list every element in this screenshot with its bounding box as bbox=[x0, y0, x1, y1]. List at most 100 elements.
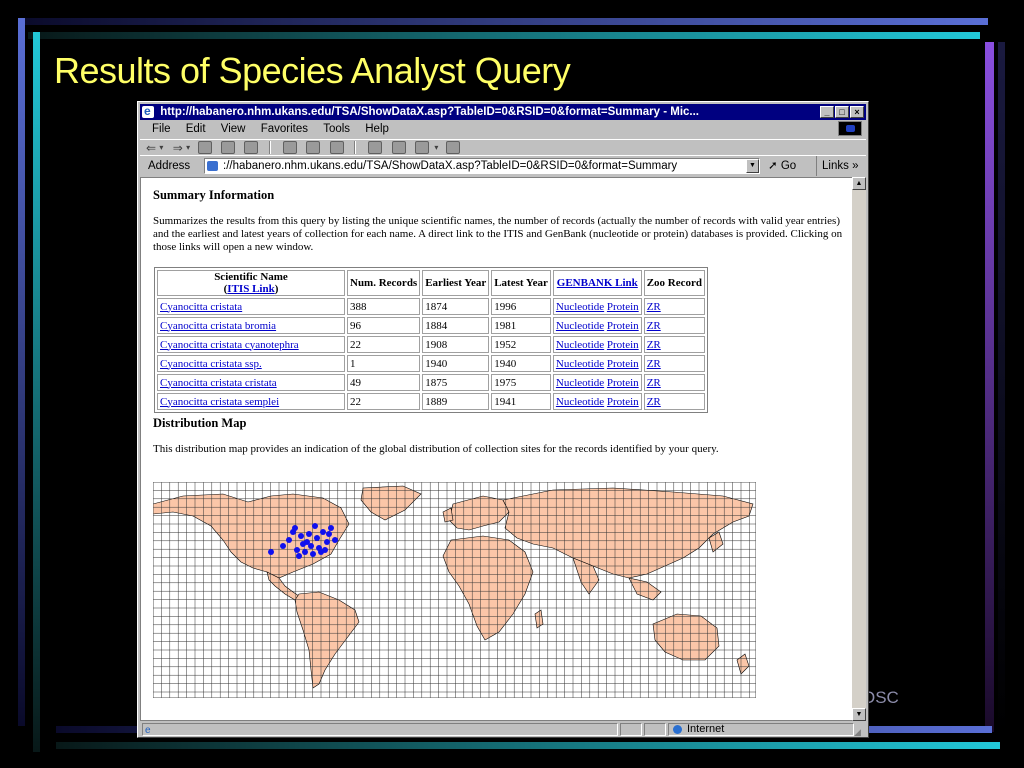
scroll-up-button[interactable]: ▲ bbox=[852, 177, 866, 190]
itis-link-header[interactable]: ITIS Link bbox=[227, 283, 274, 295]
menu-tools[interactable]: Tools bbox=[323, 123, 350, 135]
nucleotide-link[interactable]: Nucleotide bbox=[556, 377, 604, 389]
go-label: Go bbox=[780, 160, 797, 172]
scroll-down-button[interactable]: ▼ bbox=[852, 708, 866, 721]
toolbar-separator bbox=[268, 141, 271, 154]
cell-earliest-year: 1940 bbox=[422, 355, 490, 372]
itis-name-link[interactable]: Cyanocitta cristata ssp. bbox=[160, 358, 262, 370]
vertical-scrollbar[interactable]: ▲ ▼ bbox=[852, 177, 866, 721]
discuss-icon[interactable] bbox=[445, 141, 460, 154]
itis-name-link[interactable]: Cyanocitta cristata bromia bbox=[160, 320, 276, 332]
itis-name-link[interactable]: Cyanocitta cristata cyanotephra bbox=[160, 339, 299, 351]
edit-dropdown-icon[interactable]: ▾ bbox=[434, 140, 438, 156]
cell-latest-year: 1941 bbox=[491, 393, 551, 410]
nucleotide-link[interactable]: Nucleotide bbox=[556, 358, 604, 370]
table-row: Cyanocitta cristata semplei 22 1889 1941 Nuc… bbox=[157, 393, 705, 410]
cell-zoo-record: ZR bbox=[643, 298, 705, 315]
cell-zoo-record: ZR bbox=[643, 393, 705, 410]
favorites-icon[interactable] bbox=[306, 141, 321, 154]
protein-link[interactable]: Protein bbox=[607, 339, 639, 351]
close-button[interactable]: × bbox=[850, 106, 864, 118]
cell-latest-year: 1952 bbox=[491, 336, 551, 353]
itis-name-link[interactable]: Cyanocitta cristata semplei bbox=[160, 396, 279, 408]
cell-zoo-record: ZR bbox=[643, 336, 705, 353]
cell-scientific-name: Cyanocitta cristata bromia bbox=[157, 317, 345, 334]
collection-site-point bbox=[332, 537, 338, 543]
zoo-record-link[interactable]: ZR bbox=[647, 301, 661, 313]
address-label: Address bbox=[148, 160, 191, 172]
cell-num-records: 22 bbox=[347, 393, 421, 410]
address-input[interactable]: ://habanero.nhm.ukans.edu/TSA/ShowDataX.… bbox=[204, 158, 760, 174]
home-icon[interactable] bbox=[244, 141, 259, 154]
maximize-button[interactable]: □ bbox=[835, 106, 849, 118]
collection-site-point bbox=[306, 531, 312, 537]
stop-icon[interactable] bbox=[197, 141, 212, 154]
refresh-icon[interactable] bbox=[220, 141, 235, 154]
itis-name-link[interactable]: Cyanocitta cristata cristata bbox=[160, 377, 277, 389]
print-icon[interactable] bbox=[391, 141, 406, 154]
address-bar: Address ://habanero.nhm.ukans.edu/TSA/Sh… bbox=[140, 155, 866, 176]
collection-site-point bbox=[302, 549, 308, 555]
zoo-record-link[interactable]: ZR bbox=[647, 320, 661, 332]
distribution-map bbox=[153, 482, 756, 698]
go-button[interactable]: ➚ Go bbox=[768, 156, 796, 176]
edit-icon[interactable] bbox=[414, 141, 429, 154]
header-scientific-name: Scientific Name bbox=[214, 271, 288, 283]
collection-site-point bbox=[310, 551, 316, 557]
status-page-icon: e bbox=[145, 725, 151, 736]
cell-genbank-links: Nucleotide Protein bbox=[552, 317, 642, 334]
frame-bar-bottom-cyan bbox=[56, 742, 1000, 749]
forward-dropdown-icon[interactable]: ▾ bbox=[186, 140, 190, 156]
collection-site-point bbox=[304, 539, 310, 545]
protein-link[interactable]: Protein bbox=[607, 301, 639, 313]
minimize-button[interactable]: _ bbox=[820, 106, 834, 118]
status-bar: e Internet ◢ bbox=[140, 722, 866, 737]
frame-bar-left-blue bbox=[18, 18, 25, 726]
zoo-record-link[interactable]: ZR bbox=[647, 339, 661, 351]
table-row: Cyanocitta cristata cristata 49 1875 1975 Nu… bbox=[157, 374, 705, 391]
cell-genbank-links: Nucleotide Protein bbox=[552, 298, 642, 315]
summary-heading: Summary Information bbox=[153, 188, 275, 202]
menu-edit[interactable]: Edit bbox=[186, 123, 206, 135]
search-icon[interactable] bbox=[282, 141, 297, 154]
menu-file[interactable]: File bbox=[152, 123, 171, 135]
frame-bar-top-cyan bbox=[28, 32, 980, 39]
menu-help[interactable]: Help bbox=[365, 123, 389, 135]
resize-grip-icon[interactable]: ◢ bbox=[854, 725, 861, 740]
col-zoo-record: Zoo Record bbox=[643, 270, 705, 296]
menu-favorites[interactable]: Favorites bbox=[261, 123, 308, 135]
address-input-value: ://habanero.nhm.ukans.edu/TSA/ShowDataX.… bbox=[223, 160, 678, 172]
nucleotide-link[interactable]: Nucleotide bbox=[556, 396, 604, 408]
nucleotide-link[interactable]: Nucleotide bbox=[556, 339, 604, 351]
zoo-record-link[interactable]: ZR bbox=[647, 358, 661, 370]
forward-icon[interactable]: ⇒ bbox=[173, 140, 183, 156]
collection-site-point bbox=[298, 533, 304, 539]
mail-icon[interactable] bbox=[368, 141, 383, 154]
zoo-record-link[interactable]: ZR bbox=[647, 377, 661, 389]
protein-link[interactable]: Protein bbox=[607, 396, 639, 408]
cell-scientific-name: Cyanocitta cristata semplei bbox=[157, 393, 345, 410]
itis-name-link[interactable]: Cyanocitta cristata bbox=[160, 301, 242, 313]
links-button[interactable]: Links » bbox=[816, 156, 858, 176]
cell-latest-year: 1996 bbox=[491, 298, 551, 315]
toolbar-separator bbox=[353, 141, 356, 154]
menu-view[interactable]: View bbox=[221, 123, 246, 135]
zoo-record-link[interactable]: ZR bbox=[647, 396, 661, 408]
back-dropdown-icon[interactable]: ▾ bbox=[159, 140, 163, 156]
back-icon[interactable]: ⇐ bbox=[146, 140, 156, 156]
collection-site-point bbox=[314, 535, 320, 541]
protein-link[interactable]: Protein bbox=[607, 320, 639, 332]
windows-logo-icon bbox=[838, 121, 862, 136]
cell-earliest-year: 1874 bbox=[422, 298, 490, 315]
history-icon[interactable] bbox=[329, 141, 344, 154]
nucleotide-link[interactable]: Nucleotide bbox=[556, 320, 604, 332]
collection-site-point bbox=[294, 547, 300, 553]
collection-site-point bbox=[312, 523, 318, 529]
protein-link[interactable]: Protein bbox=[607, 377, 639, 389]
cell-num-records: 388 bbox=[347, 298, 421, 315]
genbank-link-header[interactable]: GENBANK Link bbox=[557, 277, 638, 289]
window-titlebar[interactable]: http://habanero.nhm.ukans.edu/TSA/ShowDa… bbox=[140, 104, 866, 120]
address-dropdown-button[interactable]: ▼ bbox=[746, 159, 759, 173]
protein-link[interactable]: Protein bbox=[607, 358, 639, 370]
nucleotide-link[interactable]: Nucleotide bbox=[556, 301, 604, 313]
